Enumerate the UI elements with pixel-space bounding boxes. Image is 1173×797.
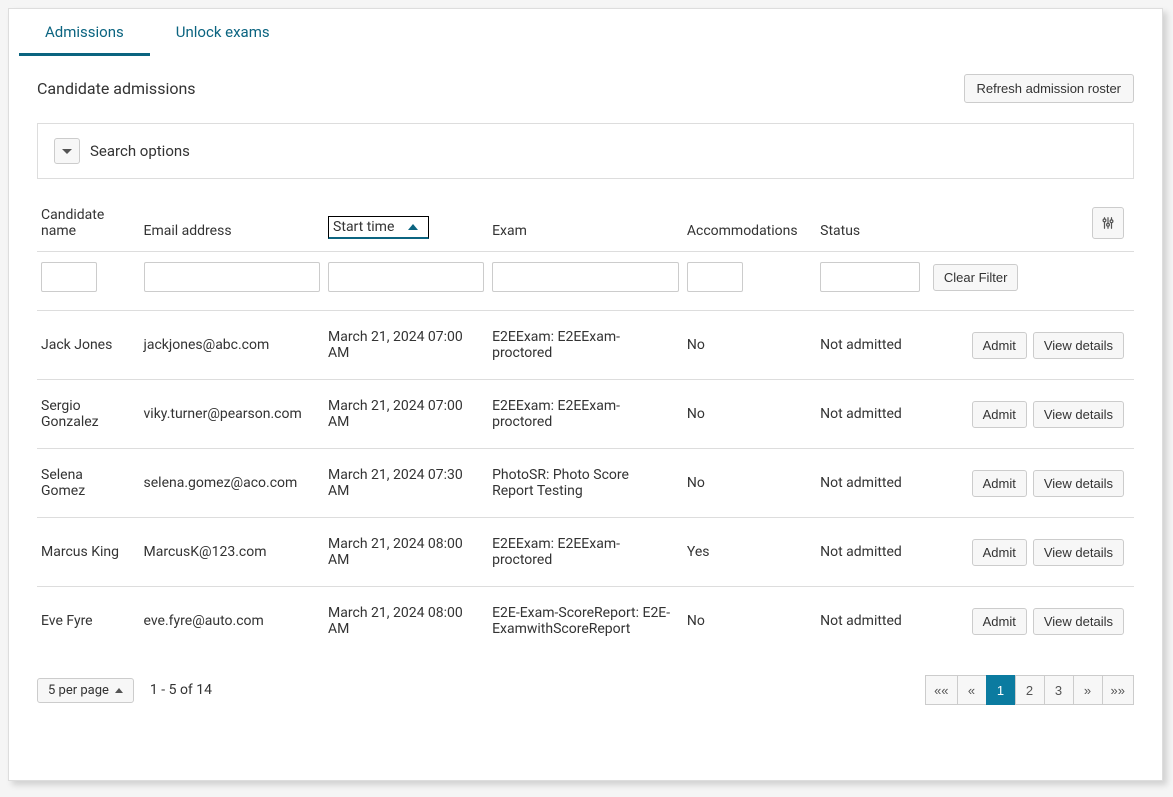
cell-start-time: March 21, 2024 08:00 AM xyxy=(324,518,488,587)
pager-prev[interactable]: « xyxy=(957,675,987,705)
admit-button[interactable]: Admit xyxy=(972,470,1027,497)
per-page-selector[interactable]: 5 per page xyxy=(37,678,134,703)
cell-accommodations: No xyxy=(683,587,816,656)
pager-page-1[interactable]: 1 xyxy=(986,675,1016,705)
filter-exam[interactable] xyxy=(492,262,679,292)
admit-button[interactable]: Admit xyxy=(972,608,1027,635)
table-row: Eve Fyreeve.fyre@auto.comMarch 21, 2024 … xyxy=(37,587,1134,656)
cell-exam: E2EExam: E2EExam-proctored xyxy=(488,311,683,380)
clear-filter-button[interactable]: Clear Filter xyxy=(933,264,1019,291)
section-header: Candidate admissions Refresh admission r… xyxy=(9,56,1162,113)
pagination-range-text: 1 - 5 of 14 xyxy=(150,682,212,698)
filter-status[interactable] xyxy=(820,262,920,292)
pager-first[interactable]: «« xyxy=(925,675,957,705)
chevron-down-icon xyxy=(62,149,72,154)
col-header-email[interactable]: Email address xyxy=(140,199,325,252)
filter-accommodations[interactable] xyxy=(687,262,743,292)
table-row: Jack Jonesjackjones@abc.comMarch 21, 202… xyxy=(37,311,1134,380)
cell-accommodations: No xyxy=(683,380,816,449)
cell-status: Not admitted xyxy=(816,311,929,380)
admit-button[interactable]: Admit xyxy=(972,332,1027,359)
cell-status: Not admitted xyxy=(816,449,929,518)
table-row: Selena Gomezselena.gomez@aco.comMarch 21… xyxy=(37,449,1134,518)
pager-page-2[interactable]: 2 xyxy=(1015,675,1045,705)
cell-status: Not admitted xyxy=(816,587,929,656)
cell-start-time: March 21, 2024 08:00 AM xyxy=(324,587,488,656)
cell-start-time: March 21, 2024 07:00 AM xyxy=(324,380,488,449)
cell-email: MarcusK@123.com xyxy=(140,518,325,587)
cell-status: Not admitted xyxy=(816,380,929,449)
sort-ascending-icon xyxy=(408,224,418,230)
tab-unlock-exams[interactable]: Unlock exams xyxy=(150,9,296,56)
pager-next[interactable]: » xyxy=(1073,675,1103,705)
section-title: Candidate admissions xyxy=(37,79,196,98)
view-details-button[interactable]: View details xyxy=(1033,539,1124,566)
cell-exam: E2EExam: E2EExam-proctored xyxy=(488,518,683,587)
col-header-status[interactable]: Status xyxy=(816,199,929,252)
filter-email[interactable] xyxy=(144,262,321,292)
cell-candidate-name: Marcus King xyxy=(37,518,140,587)
search-options-label: Search options xyxy=(90,142,190,160)
cell-candidate-name: Selena Gomez xyxy=(37,449,140,518)
filter-candidate-name[interactable] xyxy=(41,262,97,292)
cell-accommodations: No xyxy=(683,311,816,380)
table-header-row: Candidate name Email address Start time … xyxy=(37,199,1134,252)
cell-start-time: March 21, 2024 07:30 AM xyxy=(324,449,488,518)
cell-email: jackjones@abc.com xyxy=(140,311,325,380)
refresh-roster-button[interactable]: Refresh admission roster xyxy=(964,74,1135,103)
col-header-accommodations[interactable]: Accommodations xyxy=(683,199,816,252)
col-header-candidate-name[interactable]: Candidate name xyxy=(37,199,140,252)
view-details-button[interactable]: View details xyxy=(1033,332,1124,359)
col-header-start-time[interactable]: Start time xyxy=(324,199,488,252)
pager-page-3[interactable]: 3 xyxy=(1044,675,1074,705)
cell-status: Not admitted xyxy=(816,518,929,587)
pager-last[interactable]: »» xyxy=(1102,675,1134,705)
cell-candidate-name: Eve Fyre xyxy=(37,587,140,656)
tab-admissions[interactable]: Admissions xyxy=(19,9,150,56)
cell-start-time: March 21, 2024 07:00 AM xyxy=(324,311,488,380)
caret-up-icon xyxy=(115,688,123,693)
candidates-table: Candidate name Email address Start time … xyxy=(37,199,1134,655)
cell-candidate-name: Jack Jones xyxy=(37,311,140,380)
search-options-panel: Search options xyxy=(37,123,1134,179)
sliders-icon xyxy=(1101,216,1115,230)
cell-exam: PhotoSR: Photo Score Report Testing xyxy=(488,449,683,518)
cell-accommodations: No xyxy=(683,449,816,518)
table-container: Candidate name Email address Start time … xyxy=(9,199,1162,671)
view-details-button[interactable]: View details xyxy=(1033,608,1124,635)
admit-button[interactable]: Admit xyxy=(972,401,1027,428)
admit-button[interactable]: Admit xyxy=(972,539,1027,566)
pager: «« « 123 » »» xyxy=(926,675,1134,705)
tab-bar: Admissions Unlock exams xyxy=(9,9,1162,56)
filter-start-time[interactable] xyxy=(328,262,484,292)
col-header-exam[interactable]: Exam xyxy=(488,199,683,252)
view-details-button[interactable]: View details xyxy=(1033,470,1124,497)
search-options-toggle[interactable] xyxy=(54,138,80,164)
per-page-label: 5 per page xyxy=(48,683,109,698)
view-details-button[interactable]: View details xyxy=(1033,401,1124,428)
admissions-panel: Admissions Unlock exams Candidate admiss… xyxy=(8,8,1163,781)
table-settings-button[interactable] xyxy=(1092,207,1124,239)
cell-email: eve.fyre@auto.com xyxy=(140,587,325,656)
col-header-start-time-label: Start time xyxy=(333,219,394,235)
table-footer: 5 per page 1 - 5 of 14 «« « 123 » »» xyxy=(9,671,1162,733)
filter-row: Clear Filter xyxy=(37,252,1134,311)
cell-candidate-name: Sergio Gonzalez xyxy=(37,380,140,449)
col-header-actions xyxy=(929,199,1134,252)
table-row: Sergio Gonzalezviky.turner@pearson.comMa… xyxy=(37,380,1134,449)
cell-email: selena.gomez@aco.com xyxy=(140,449,325,518)
cell-accommodations: Yes xyxy=(683,518,816,587)
cell-exam: E2E-Exam-ScoreReport: E2E-ExamwithScoreR… xyxy=(488,587,683,656)
cell-exam: E2EExam: E2EExam-proctored xyxy=(488,380,683,449)
table-row: Marcus KingMarcusK@123.comMarch 21, 2024… xyxy=(37,518,1134,587)
cell-email: viky.turner@pearson.com xyxy=(140,380,325,449)
